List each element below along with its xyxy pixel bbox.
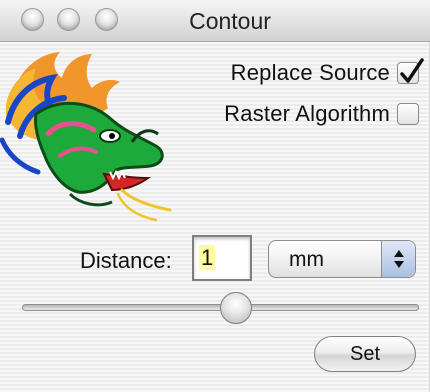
distance-input[interactable]: 1 [192, 235, 252, 281]
title-bar: Contour [0, 0, 430, 42]
replace-source-label: Replace Source [230, 60, 390, 85]
raster-algorithm-row[interactable]: Raster Algorithm [224, 101, 419, 127]
unit-select[interactable]: mm [268, 240, 416, 278]
raster-algorithm-checkbox[interactable] [397, 103, 419, 125]
raster-algorithm-label: Raster Algorithm [224, 101, 390, 126]
close-icon[interactable] [21, 8, 44, 31]
checkmark-icon [400, 58, 424, 83]
contour-window: Contour Replace Source Raster Algorithm … [0, 0, 430, 392]
distance-value: 1 [199, 245, 216, 270]
distance-slider-thumb[interactable] [220, 292, 252, 324]
window-title: Contour [189, 8, 271, 34]
minimize-icon[interactable] [57, 8, 80, 31]
zoom-icon[interactable] [95, 8, 118, 31]
set-button-label: Set [349, 342, 381, 365]
replace-source-checkbox[interactable] [397, 58, 424, 84]
replace-source-row[interactable]: Replace Source [230, 58, 424, 86]
dragon-logo [0, 52, 172, 222]
unit-select-value: mm [289, 248, 324, 271]
set-button[interactable]: Set [314, 336, 416, 372]
up-down-arrows-icon [381, 241, 415, 277]
distance-label: Distance: [80, 248, 172, 273]
